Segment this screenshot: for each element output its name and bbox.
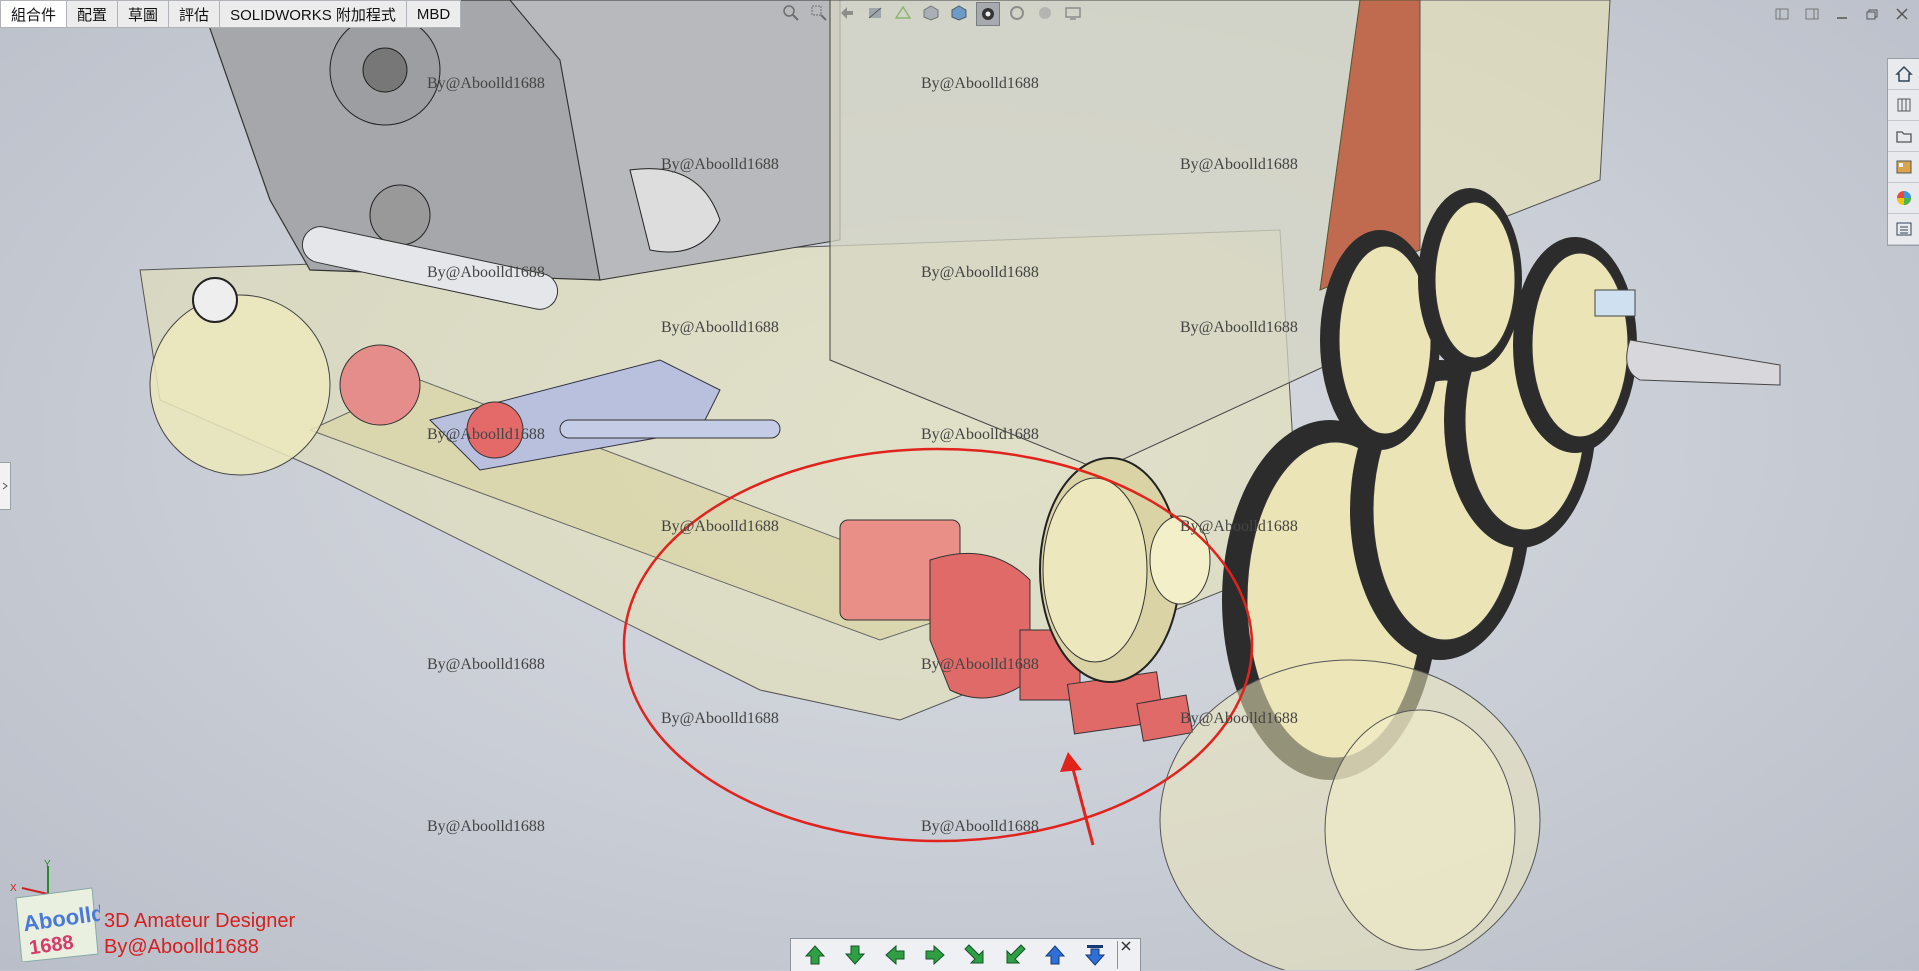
watermark: By@Aboolld1688 bbox=[427, 264, 545, 281]
watermark: By@Aboolld1688 bbox=[427, 656, 545, 673]
heads-up-view-toolbar bbox=[780, 2, 1084, 26]
appearances-icon[interactable] bbox=[1888, 183, 1919, 214]
annotation-arrow bbox=[1060, 752, 1095, 846]
window-controls bbox=[1773, 6, 1911, 22]
triad-y-label: Y bbox=[44, 859, 51, 870]
tab-sketch[interactable]: 草圖 bbox=[118, 0, 170, 28]
branding-line-2: By@Aboolld1688 bbox=[104, 936, 259, 958]
tab-mbd[interactable]: MBD bbox=[406, 0, 462, 28]
watermark: By@Aboolld1688 bbox=[921, 75, 1039, 92]
task-pane-tabs bbox=[1887, 58, 1919, 246]
view-navigation-bar bbox=[790, 938, 1141, 971]
close-icon[interactable] bbox=[1893, 6, 1911, 22]
watermark: By@Aboolld1688 bbox=[1180, 156, 1298, 173]
watermark: By@Aboolld1688 bbox=[427, 426, 545, 443]
previous-view-icon[interactable] bbox=[836, 2, 858, 24]
view-settings-icon[interactable] bbox=[1062, 2, 1084, 24]
hide-show-icon[interactable] bbox=[976, 2, 1000, 26]
tile-right-icon[interactable] bbox=[1803, 6, 1821, 22]
move-right-icon[interactable] bbox=[917, 941, 953, 969]
minimize-icon[interactable] bbox=[1833, 6, 1851, 22]
tab-solidworks-addins[interactable]: SOLIDWORKS 附加程式 bbox=[220, 0, 407, 28]
tile-left-icon[interactable] bbox=[1773, 6, 1791, 22]
watermark: By@Aboolld1688 bbox=[661, 319, 779, 336]
move-left-icon[interactable] bbox=[877, 941, 913, 969]
chevron-right-icon bbox=[2, 482, 8, 490]
home-icon[interactable] bbox=[1888, 59, 1919, 90]
tab-evaluate[interactable]: 評估 bbox=[169, 0, 221, 28]
aboolld-logo: Y X Aboolld 1688 bbox=[8, 858, 106, 967]
expand-up-icon[interactable] bbox=[1037, 941, 1073, 969]
watermark: By@Aboolld1688 bbox=[427, 818, 545, 835]
rotate-cw-icon[interactable] bbox=[957, 941, 993, 969]
move-up-icon[interactable] bbox=[797, 941, 833, 969]
display-style-icon[interactable] bbox=[948, 2, 970, 24]
watermark: By@Aboolld1688 bbox=[661, 156, 779, 173]
watermark: By@Aboolld1688 bbox=[921, 656, 1039, 673]
view-palette-icon[interactable] bbox=[1888, 152, 1919, 183]
file-explorer-icon[interactable] bbox=[1888, 121, 1919, 152]
watermark: By@Aboolld1688 bbox=[1180, 518, 1298, 535]
feature-manager-flyout-handle[interactable] bbox=[0, 462, 11, 510]
edit-appearance-icon[interactable] bbox=[1006, 2, 1028, 24]
command-manager-tabs: 組合件 配置 草圖 評估 SOLIDWORKS 附加程式 MBD bbox=[0, 0, 462, 28]
tab-assembly[interactable]: 組合件 bbox=[0, 0, 68, 28]
watermark: By@Aboolld1688 bbox=[1180, 319, 1298, 336]
view-orientation-icon[interactable] bbox=[920, 2, 942, 24]
collapse-down-icon[interactable] bbox=[1077, 941, 1113, 969]
apply-scene-icon[interactable] bbox=[1034, 2, 1056, 24]
close-icon bbox=[1121, 941, 1131, 951]
rotate-ccw-icon[interactable] bbox=[997, 941, 1033, 969]
watermark: By@Aboolld1688 bbox=[1180, 710, 1298, 727]
dynamic-annotation-icon[interactable] bbox=[892, 2, 914, 24]
watermark: By@Aboolld1688 bbox=[427, 75, 545, 92]
watermark: By@Aboolld1688 bbox=[921, 818, 1039, 835]
zoom-area-icon[interactable] bbox=[808, 2, 830, 24]
branding-line-1: 3D Amateur Designer bbox=[104, 910, 296, 932]
branding-text: 3D Amateur Designer By@Aboolld1688 bbox=[104, 908, 295, 960]
move-down-icon[interactable] bbox=[837, 941, 873, 969]
watermark: By@Aboolld1688 bbox=[921, 426, 1039, 443]
restore-icon[interactable] bbox=[1863, 6, 1881, 22]
triad-x-label: X bbox=[10, 883, 17, 894]
zoom-to-fit-icon[interactable] bbox=[780, 2, 802, 24]
custom-properties-icon[interactable] bbox=[1888, 214, 1919, 245]
idler-wheel bbox=[149, 294, 331, 476]
watermark: By@Aboolld1688 bbox=[661, 710, 779, 727]
tab-layout[interactable]: 配置 bbox=[67, 0, 119, 28]
navbar-close-button[interactable] bbox=[1117, 941, 1134, 969]
watermark: By@Aboolld1688 bbox=[921, 264, 1039, 281]
watermark: By@Aboolld1688 bbox=[661, 518, 779, 535]
design-library-icon[interactable] bbox=[1888, 90, 1919, 121]
section-view-icon[interactable] bbox=[864, 2, 886, 24]
